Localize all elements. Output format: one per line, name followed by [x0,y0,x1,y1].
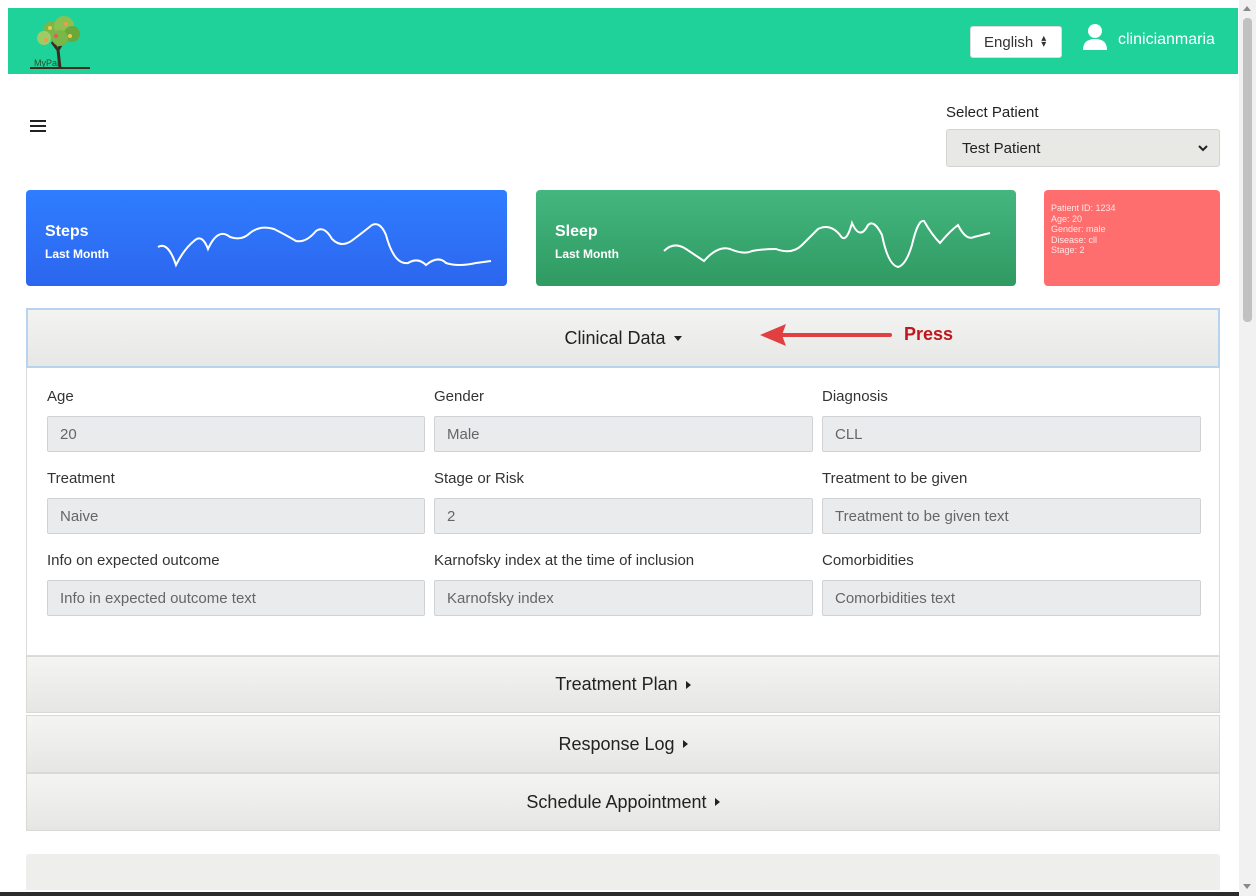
treatment-value: Naive [60,507,99,525]
scrollbar-thumb[interactable] [1243,18,1252,322]
treatment-to-be-given-field[interactable]: Treatment to be given text [822,498,1201,534]
page: MyPal English ▴ ▾ clinicianmaria Select P… [8,8,1238,890]
gender-value: Male [447,425,480,443]
patient-disease-line: Disease: cll [1051,234,1098,245]
gender-label: Gender [434,388,485,405]
hamburger-menu-icon[interactable] [30,120,46,132]
diagnosis-field[interactable]: CLL [822,416,1201,452]
logo-text: MyPal [34,58,60,68]
caret-down-icon [673,335,682,341]
patient-gender-line: Gender: male [1051,224,1106,234]
sleep-card-title: Sleep [555,223,598,240]
patient-select-value: Test Patient [962,139,1041,157]
vertical-scrollbar[interactable] [1239,0,1256,896]
red-arrow-annotation-icon [760,324,892,346]
stage-or-risk-value: 2 [447,507,456,525]
patient-info-card: Patient ID: 1234 Age: 20 Gender: male Di… [1044,190,1220,286]
patient-age-line: Age: 20 [1051,213,1083,224]
steps-card[interactable]: Steps Last Month [26,190,507,286]
patient-stage-line: Stage: 2 [1051,245,1085,255]
press-annotation: Press [904,324,954,344]
chevron-down-icon [1198,145,1208,152]
tree-icon [30,16,90,69]
treatment-field[interactable]: Naive [47,498,425,534]
caret-right-icon [685,680,691,689]
select-patient-label: Select Patient [946,104,1039,121]
language-select[interactable]: English ▴ ▾ [970,26,1062,58]
age-label: Age [47,388,74,405]
username-link[interactable]: clinicianmaria [1118,31,1215,49]
stage-or-risk-field[interactable]: 2 [434,498,813,534]
patient-info-lines: Patient ID: 1234 Age: 20 Gender: male Di… [1051,203,1116,256]
gender-field[interactable]: Male [434,416,813,452]
schedule-appointment-title: Schedule Appointment [526,791,707,812]
clinical-data-accordion-header[interactable]: Clinical Data [26,308,1220,368]
expected-outcome-value: Info in expected outcome text [60,589,256,607]
sleep-sparkline [663,219,991,269]
schedule-appointment-accordion-header[interactable]: Schedule Appointment [26,773,1220,831]
steps-card-title: Steps [45,223,89,240]
comorbidities-value: Comorbidities text [835,589,956,607]
expected-outcome-label: Info on expected outcome [47,552,220,569]
steps-sparkline [157,223,492,268]
response-log-accordion-header[interactable]: Response Log [26,715,1220,773]
patient-id-line: Patient ID: 1234 [1051,203,1116,213]
comorbidities-field[interactable]: Comorbidities text [822,580,1201,616]
diagnosis-value: CLL [835,425,863,443]
expected-outcome-field[interactable]: Info in expected outcome text [47,580,425,616]
stage-or-risk-label: Stage or Risk [434,470,525,487]
karnofsky-field[interactable]: Karnofsky index [434,580,813,616]
treatment-to-be-given-label: Treatment to be given [822,470,968,487]
scroll-up-arrow-icon[interactable] [1243,6,1251,11]
age-value: 20 [60,425,77,443]
top-navbar: MyPal English ▴ ▾ clinicianmaria [8,8,1238,74]
steps-card-subtitle: Last Month [45,247,109,261]
sleep-card-subtitle: Last Month [555,247,619,261]
clinical-data-title: Clinical Data [564,327,666,348]
diagnosis-label: Diagnosis [822,388,888,405]
sort-arrows-icon: ▴ ▾ [1041,33,1047,50]
caret-right-icon [682,740,688,748]
treatment-plan-title: Treatment Plan [555,674,678,694]
response-log-title: Response Log [558,733,675,754]
sleep-card[interactable]: Sleep Last Month [536,190,1016,286]
karnofsky-value: Karnofsky index [447,589,554,607]
bottom-panel [26,854,1220,890]
scroll-down-arrow-icon[interactable] [1243,884,1251,889]
clinical-data-panel: Age 20 Gender Male Diagnosis CLL Treatme… [26,368,1220,656]
caret-right-icon [714,798,720,806]
comorbidities-label: Comorbidities [822,552,914,569]
user-avatar-icon[interactable] [1080,22,1110,52]
treatment-plan-accordion-header[interactable]: Treatment Plan [26,656,1220,713]
treatment-label: Treatment [47,470,115,487]
treatment-to-be-given-value: Treatment to be given text [835,507,1009,525]
mypal-logo[interactable]: MyPal [20,12,100,70]
karnofsky-label: Karnofsky index at the time of inclusion [434,552,695,569]
patient-select[interactable]: Test Patient [946,129,1220,167]
language-value: English [984,33,1034,51]
window-bottom-edge [0,892,1239,896]
age-field[interactable]: 20 [47,416,425,452]
